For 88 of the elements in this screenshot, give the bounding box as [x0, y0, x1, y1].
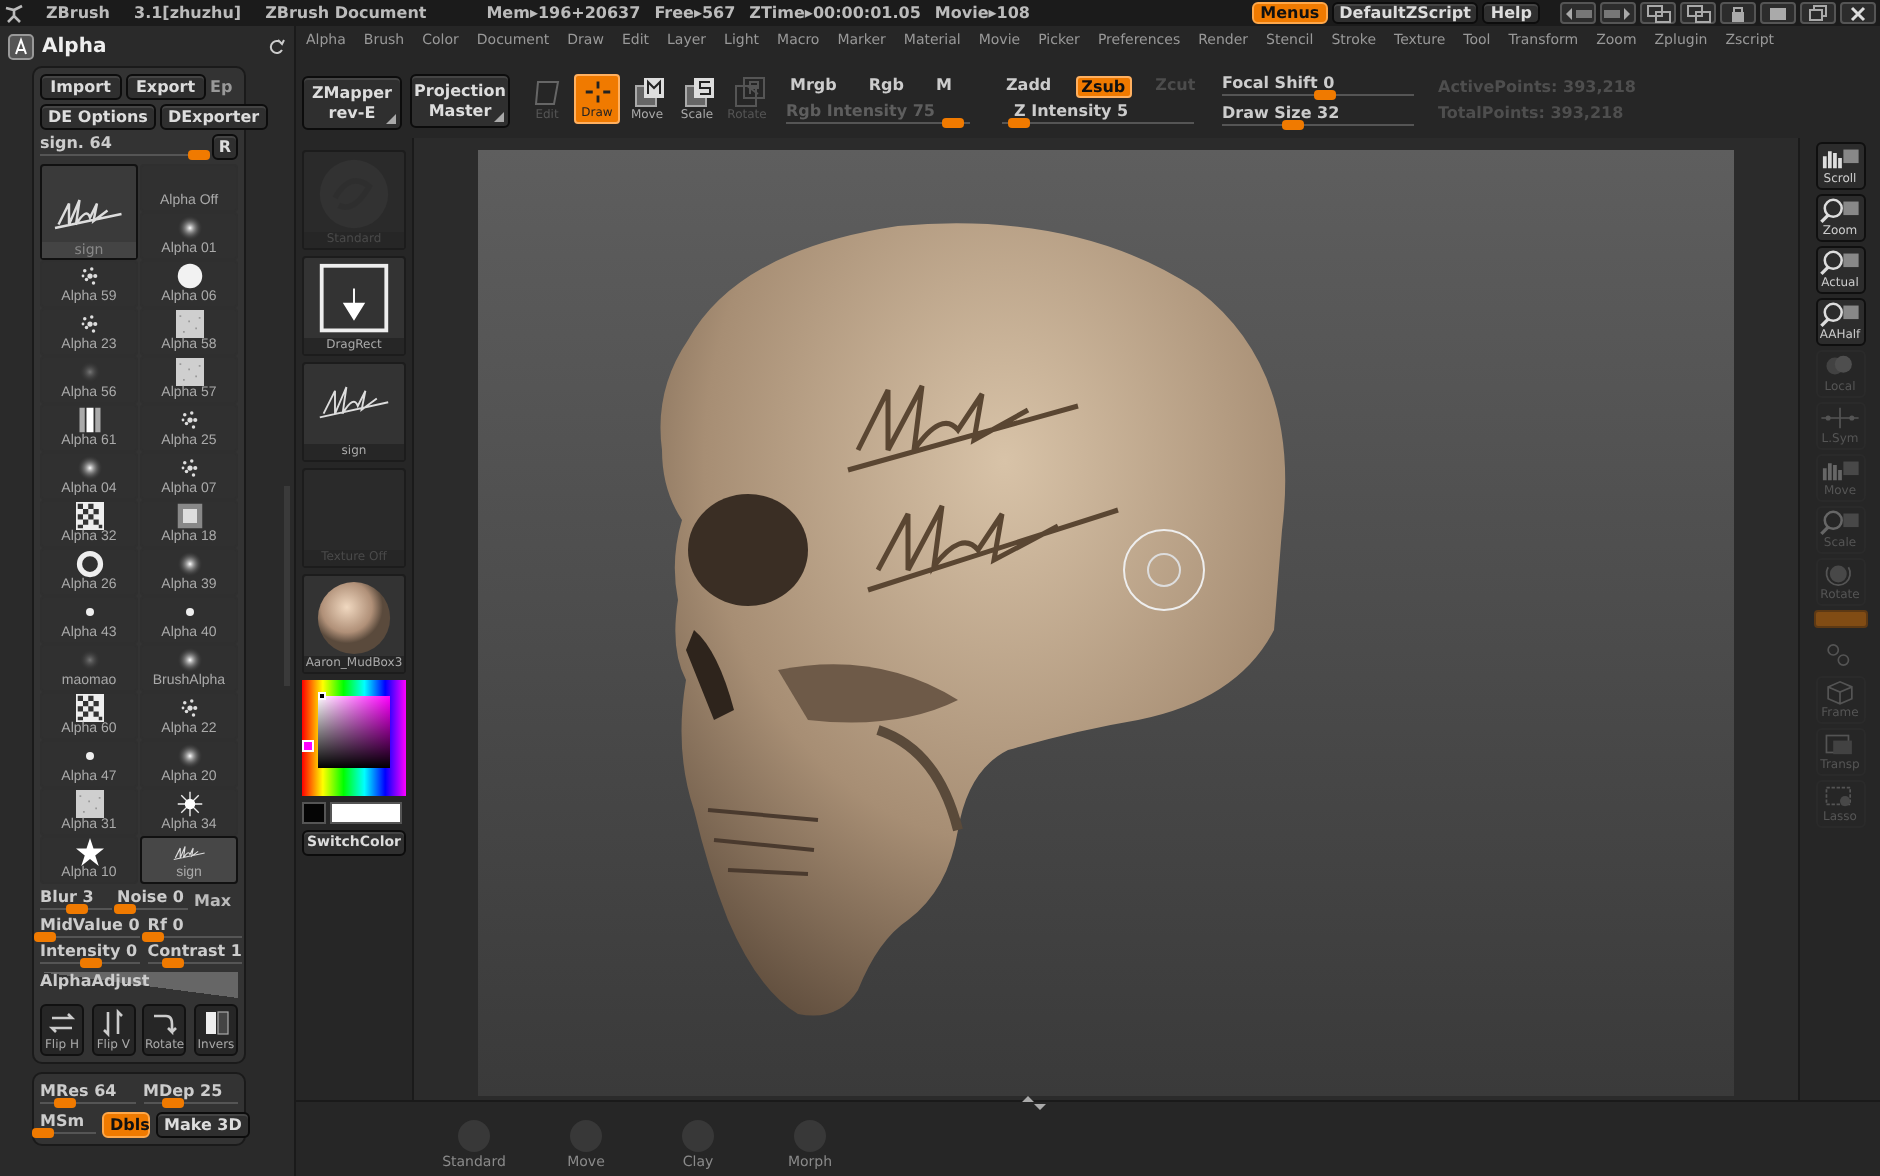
alpha-slider[interactable]: MidValue 0	[40, 916, 140, 942]
figure-logo-icon	[4, 2, 26, 24]
slider-thumb[interactable]	[1313, 90, 1336, 100]
windows-icon	[1642, 3, 1674, 23]
windows-button[interactable]	[1680, 2, 1716, 24]
main-color-swatch[interactable]	[302, 802, 326, 824]
slider-thumb[interactable]	[1007, 118, 1030, 128]
secondary-color-swatch[interactable]	[330, 802, 402, 824]
app-version: 3.1[zhuzhu]	[134, 4, 242, 22]
alpha-slider[interactable]: Noise 0	[117, 888, 188, 914]
move-icon	[629, 76, 665, 108]
alpha-slider[interactable]: Blur 3	[40, 888, 111, 914]
max-button[interactable]: Max	[194, 888, 238, 914]
color-mode-button[interactable]: Rgb	[864, 75, 908, 97]
color-picker[interactable]	[302, 680, 406, 796]
titlebar-button[interactable]: Help	[1482, 2, 1540, 24]
lock-button[interactable]	[1720, 2, 1756, 24]
slider-thumb[interactable]	[65, 904, 88, 914]
scale-icon	[679, 76, 715, 108]
color-mode-button[interactable]: Mrgb	[786, 75, 841, 97]
alpha-slider[interactable]: Rf 0	[147, 916, 242, 942]
edit-icon	[529, 76, 565, 108]
smooth-slider[interactable]: MSm	[40, 1112, 96, 1138]
arrow-right-button[interactable]	[1600, 2, 1636, 24]
app-name: ZBrush	[46, 4, 110, 22]
palette-button[interactable]: Export	[125, 74, 206, 100]
document-name: ZBrush Document	[265, 4, 427, 22]
focal-shift-slider[interactable]: Focal Shift 0	[1222, 74, 1414, 100]
slider-thumb[interactable]	[187, 150, 210, 160]
dot-icon	[85, 752, 93, 760]
status-readout: Movie▸108	[934, 4, 1030, 22]
color-mode-button[interactable]: M	[931, 75, 956, 97]
mesh-button[interactable]: Dbls	[102, 1112, 150, 1138]
windows-icon	[1682, 3, 1714, 23]
status-readout: Free▸567	[654, 4, 736, 22]
titlebar-button[interactable]: Menus	[1252, 2, 1328, 24]
symmetry-icon	[1818, 404, 1862, 432]
reset-button[interactable]: R	[212, 134, 238, 160]
refresh-icon[interactable]	[268, 37, 286, 55]
z-intensity-slider[interactable]: Z Intensity 5	[1002, 102, 1194, 128]
palette-button[interactable]: DE Options	[40, 104, 156, 130]
alpha-palette-icon	[8, 33, 34, 59]
arrow-left-button[interactable]	[1560, 2, 1596, 24]
corner-triangle-icon	[386, 114, 396, 124]
close-button[interactable]	[1840, 2, 1876, 24]
slider-thumb[interactable]	[53, 1098, 76, 1108]
slider-thumb[interactable]	[1281, 120, 1304, 130]
slider-thumb[interactable]	[142, 932, 165, 942]
z-mode-button[interactable]: Zsub	[1075, 75, 1132, 97]
magnifier-icon	[1818, 300, 1862, 328]
slider-thumb[interactable]	[114, 904, 137, 914]
slider-thumb[interactable]	[34, 932, 57, 942]
dot-icon	[85, 608, 93, 616]
slider-thumb[interactable]	[32, 1128, 55, 1138]
z-mode-button[interactable]: Zadd	[1002, 75, 1056, 97]
palette-button[interactable]: Import	[40, 74, 121, 100]
slider-thumb[interactable]	[79, 958, 102, 968]
magnifier-icon	[1818, 248, 1862, 276]
mesh-slider[interactable]: MDep 25	[143, 1082, 238, 1108]
status-readout: Mem▸196+20637	[486, 4, 641, 22]
draw-size-slider[interactable]: Draw Size 32	[1222, 104, 1414, 130]
palette-button[interactable]: DExporter	[159, 104, 268, 130]
flip-h-icon	[46, 1008, 78, 1038]
alpha-adjust-curve[interactable]: AlphaAdjust	[40, 972, 238, 998]
arrow-right-icon	[1602, 3, 1634, 23]
brush-cursor	[1123, 529, 1205, 611]
corner-triangle-icon	[494, 112, 504, 122]
palette-button[interactable]: Ep	[210, 74, 238, 100]
slider-thumb[interactable]	[161, 1098, 184, 1108]
windows-button[interactable]	[1640, 2, 1676, 24]
mesh-slider[interactable]: MRes 64	[40, 1082, 135, 1108]
dot-icon	[185, 608, 193, 616]
alpha-slider[interactable]: Contrast 1	[147, 942, 242, 968]
alpha-size-slider[interactable]: sign. 64	[40, 134, 206, 160]
rotate-icon	[729, 76, 765, 108]
slider-thumb[interactable]	[161, 958, 184, 968]
palette-title: Alpha	[42, 35, 109, 57]
magnifier-icon	[1818, 508, 1862, 536]
minimize-button[interactable]	[1760, 2, 1796, 24]
plugin-button[interactable]: Projection Master	[410, 74, 510, 128]
status-readout: ZTime▸00:00:01.05	[749, 4, 921, 22]
magnifier-icon	[1818, 196, 1862, 224]
restore-button[interactable]	[1800, 2, 1836, 24]
alpha-slider[interactable]: Intensity 0	[40, 942, 140, 968]
titlebar-button[interactable]: DefaultZScript	[1331, 2, 1479, 24]
arrow-left-icon	[1562, 3, 1594, 23]
mesh-button[interactable]: Make 3D	[156, 1112, 250, 1138]
plugin-button[interactable]: ZMapper rev-E	[302, 76, 402, 130]
